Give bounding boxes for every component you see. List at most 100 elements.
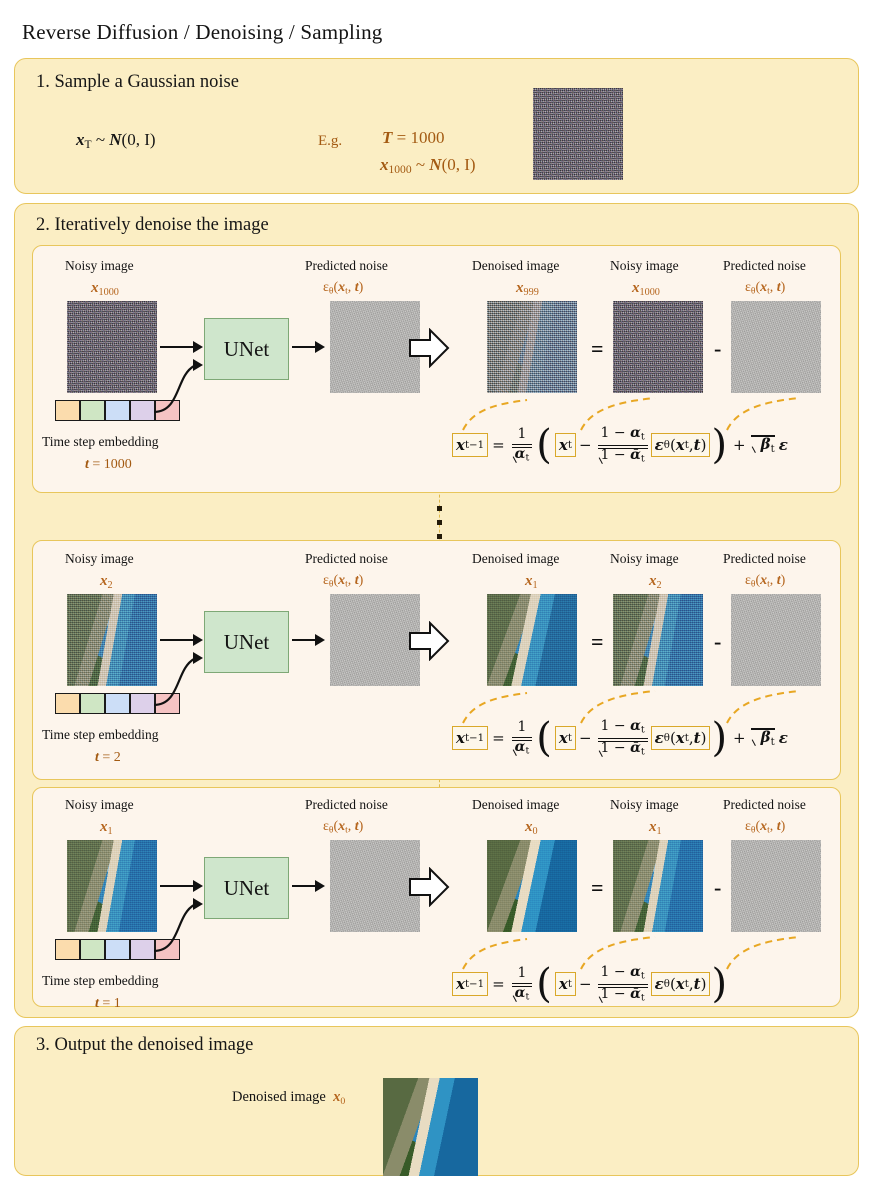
page-title: Reverse Diffusion / Denoising / Sampling (22, 20, 383, 44)
diagram-root: Reverse Diffusion / Denoising / Sampling… (0, 0, 873, 1203)
formula-noise-term: βt (750, 728, 775, 748)
row2-prednoise2-symbol: εθ(xt, t) (745, 573, 786, 590)
row1-prednoise2-label: Predicted noise (723, 258, 806, 273)
row2-arrowhead-1 (193, 634, 203, 646)
row2-arrowhead-3 (315, 634, 325, 646)
row3-prednoise2-symbol: εθ(xt, t) (745, 819, 786, 836)
row3-prednoise-tile (330, 840, 420, 932)
row1-embedding-label: Time step embedding (42, 434, 159, 449)
row2-unet-box[interactable]: UNet (204, 611, 289, 673)
row2-equals: = (591, 629, 604, 654)
row3-unet-box[interactable]: UNet (204, 857, 289, 919)
formula-eps-box: ε θ(x t, t) (650, 433, 711, 458)
formula-epsilon: ε (778, 436, 788, 455)
row1-prednoise-label: Predicted noise (305, 258, 388, 273)
row2-denoised-symbol: x1 (525, 573, 538, 591)
row2-embedding-label: Time step embedding (42, 727, 159, 742)
row1-noisy2-tile (613, 301, 703, 393)
row2-noisy2-tile (613, 594, 703, 686)
row3-arrow-unet-to-noise (292, 885, 317, 888)
row3-denoised-tile (487, 840, 577, 932)
row1-arrowhead-3 (315, 341, 325, 353)
step3-output-tile (383, 1078, 478, 1176)
row2-t-value: t = 2 (95, 750, 121, 765)
row2-prednoise-tile (330, 594, 420, 686)
row2-prednoise2-tile (731, 594, 821, 686)
row1-noisy2-symbol: x1000 (632, 280, 660, 298)
row3-t-value: t = 1 (95, 996, 121, 1011)
step1-distribution: xT ~ N(0, I) (76, 130, 156, 152)
step3-caption: Denoised image x0 (232, 1089, 346, 1107)
row1-denoised-tile (487, 301, 577, 393)
row3-noisy2-label: Noisy image (610, 797, 679, 812)
row2-noisy-label: Noisy image (65, 551, 134, 566)
row3-prednoise2-label: Predicted noise (723, 797, 806, 812)
row3-denoised-symbol: x0 (525, 819, 538, 837)
formula-xt-box: xt (554, 972, 576, 997)
row2-prednoise-label: Predicted noise (305, 551, 388, 566)
row2-noisy2-symbol: x2 (649, 573, 662, 591)
formula-plus: + (733, 729, 746, 748)
row2-denoised-tile (487, 594, 577, 686)
formula-lhs-box: x t−1 (452, 972, 489, 997)
formula-fraction: 1 − αt 1 − ᾱt (597, 426, 648, 465)
formula-minus: − (578, 436, 592, 455)
row3-embedding-label: Time step embedding (42, 973, 159, 988)
row1-arrow-image-to-unet (160, 346, 195, 349)
formula-fraction: 1 − αt 1 − ᾱt (597, 965, 648, 1004)
row3-minus: - (714, 875, 722, 900)
row1-prednoise-tile (330, 301, 420, 393)
row3-time-embedding (55, 939, 180, 960)
row2-block-arrow (409, 621, 450, 661)
row1-minus: - (714, 336, 722, 361)
formula-minus: − (578, 975, 592, 994)
row3-equals: = (591, 875, 604, 900)
row3-formula: x t−1 = 1 αt ( xt − 1 − αt 1 − ᾱt ε θ(x t,… (452, 964, 728, 1004)
row2-formula: x t−1 = 1 αt ( xt − 1 − αt 1 − ᾱt ε θ(x t,… (452, 718, 788, 758)
row2-minus: - (714, 629, 722, 654)
row1-noisy-label: Noisy image (65, 258, 134, 273)
row2-input-symbol: x2 (100, 573, 113, 591)
row3-noisy-label: Noisy image (65, 797, 134, 812)
row1-input-symbol: x1000 (91, 280, 119, 298)
formula-lhs-box: x t−1 (452, 726, 489, 751)
row1-prednoise-symbol: εθ(xt, t) (323, 280, 364, 297)
row2-prednoise2-label: Predicted noise (723, 551, 806, 566)
formula-noise-term: βt (750, 435, 775, 455)
row3-prednoise2-tile (731, 840, 821, 932)
formula-epsilon: ε (778, 729, 788, 748)
row3-noisy-tile (67, 840, 157, 932)
row3-noisy2-tile (613, 840, 703, 932)
row1-unet-box[interactable]: UNet (204, 318, 289, 380)
row1-noisy2-label: Noisy image (610, 258, 679, 273)
formula-equals: = (492, 975, 505, 994)
row1-block-arrow (409, 328, 450, 368)
row1-time-embedding (55, 400, 180, 421)
step3-caption-text: Denoised image (232, 1089, 326, 1105)
row3-input-symbol: x1 (100, 819, 113, 837)
row2-noisy2-label: Noisy image (610, 551, 679, 566)
row1-arrow-unet-to-noise (292, 346, 317, 349)
step1-noise-tile (533, 88, 623, 180)
formula-fraction: 1 − αt 1 − ᾱt (597, 719, 648, 758)
row2-arrow-unet-to-noise (292, 639, 317, 642)
formula-eps-box: ε θ(x t, t) (650, 972, 711, 997)
step3-heading: 3. Output the denoised image (36, 1035, 254, 1055)
step2-heading: 2. Iteratively denoise the image (36, 215, 269, 235)
row3-arrow-image-to-unet (160, 885, 195, 888)
row3-arrowhead-1 (193, 880, 203, 892)
formula-coefficient: 1 αt (511, 720, 533, 757)
formula-minus: − (578, 729, 592, 748)
row1-prednoise2-symbol: εθ(xt, t) (745, 280, 786, 297)
row1-denoised-label: Denoised image (472, 258, 560, 273)
row1-noisy-tile (67, 301, 157, 393)
formula-coefficient: 1 αt (511, 427, 533, 464)
row3-denoised-label: Denoised image (472, 797, 560, 812)
step1-eg-x: x1000 ~ N(0, I) (380, 155, 476, 177)
formula-eps-box: ε θ(x t, t) (650, 726, 711, 751)
row3-arrowhead-3 (315, 880, 325, 892)
row1-arrowhead-1 (193, 341, 203, 353)
row1-prednoise2-tile (731, 301, 821, 393)
row3-prednoise-label: Predicted noise (305, 797, 388, 812)
formula-lhs-box: x t−1 (452, 433, 489, 458)
